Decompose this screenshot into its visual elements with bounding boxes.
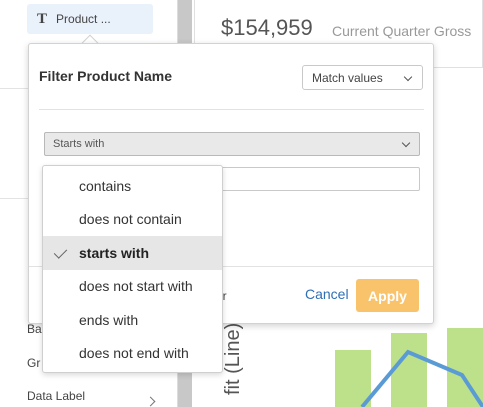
match-mode-select[interactable]: Match values <box>302 65 423 90</box>
chevron-down-icon <box>401 138 411 148</box>
apply-button[interactable]: Apply <box>356 279 419 312</box>
operator-option-ends-with[interactable]: ends with <box>43 303 222 337</box>
sidebar-label[interactable]: Gr <box>27 356 40 370</box>
cancel-button[interactable]: Cancel <box>305 286 349 302</box>
operator-option-does-not-start-with[interactable]: does not start with <box>43 270 222 304</box>
sidebar-label[interactable]: Ba <box>27 322 42 336</box>
field-pill-label: Product ... <box>56 12 111 26</box>
operator-option-contains[interactable]: contains <box>43 169 222 203</box>
y-axis-title: fit (Line) <box>222 322 244 395</box>
text-type-icon: T <box>37 10 48 27</box>
chevron-down-icon <box>403 72 413 82</box>
popup-separator <box>39 109 424 110</box>
sidebar-label-data-label[interactable]: Data Label <box>27 389 85 403</box>
operator-value: Starts with <box>53 138 105 150</box>
chevron-right-icon[interactable] <box>145 396 156 407</box>
kpi-value: $154,959 <box>221 15 313 40</box>
operator-select[interactable]: Starts with <box>44 132 420 156</box>
chart-bar <box>335 350 371 407</box>
kpi-caption: Current Quarter Gross <box>332 23 472 39</box>
checkmark-icon <box>53 245 68 259</box>
operator-option-does-not-contain[interactable]: does not contain <box>43 203 222 237</box>
product-name-field-pill[interactable]: T Product ... <box>27 4 153 34</box>
match-mode-value: Match values <box>312 70 383 85</box>
operator-option-starts-with[interactable]: starts with <box>43 236 222 270</box>
operator-dropdown-menu: contains does not contain starts with do… <box>42 165 223 373</box>
chart-bar <box>391 333 427 407</box>
operator-option-does-not-end-with[interactable]: does not end with <box>43 337 222 371</box>
popup-title: Filter Product Name <box>39 68 173 84</box>
